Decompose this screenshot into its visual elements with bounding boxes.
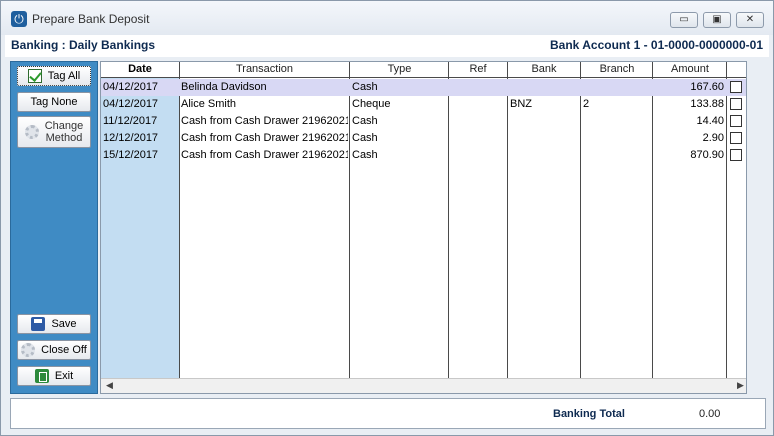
table-row[interactable]: 04/12/2017 Alice Smith Cheque BNZ 2 133.… xyxy=(101,96,746,113)
cell-amount: 133.88 xyxy=(690,98,724,110)
cell-date: 04/12/2017 xyxy=(103,98,159,110)
cell-type: Cash xyxy=(352,149,378,161)
change-method-button[interactable]: Change Method xyxy=(17,116,91,148)
table-row[interactable]: 15/12/2017 Cash from Cash Drawer 2196202… xyxy=(101,147,746,164)
cell-branch: 2 xyxy=(583,98,590,110)
cell-transaction: Cash from Cash Drawer 21962021 xyxy=(181,149,348,161)
prepare-bank-deposit-window: ⏻ Prepare Bank Deposit ▭ ▣ ✕ Banking : D… xyxy=(0,0,774,436)
bank-account-label: Bank Account 1 - 01-0000-0000000-01 xyxy=(550,38,763,52)
minimize-button[interactable]: ▭ xyxy=(670,12,698,28)
close-off-label: Close Off xyxy=(41,344,87,356)
change-method-label: Change Method xyxy=(45,120,84,144)
change-method-line2: Method xyxy=(45,132,83,144)
title-bar: ⏻ Prepare Bank Deposit ▭ ▣ ✕ xyxy=(1,1,773,35)
cell-type: Cheque xyxy=(352,98,391,110)
exit-door-icon xyxy=(34,369,49,383)
floppy-disk-icon xyxy=(31,317,46,331)
tag-none-button[interactable]: Tag None xyxy=(17,92,91,112)
cell-transaction: Cash from Cash Drawer 21962021 xyxy=(181,132,348,144)
table-row[interactable]: 04/12/2017 Belinda Davidson Cash 167.60 xyxy=(101,79,746,96)
cell-branch xyxy=(583,115,650,129)
action-panel: Tag All Tag None Change Method Save Clos… xyxy=(10,61,98,394)
column-header-branch[interactable]: Branch xyxy=(581,63,653,77)
tag-checkbox[interactable] xyxy=(730,98,742,110)
window-title: Prepare Bank Deposit xyxy=(32,12,150,26)
cell-date: 12/12/2017 xyxy=(103,132,159,144)
cell-bank: BNZ xyxy=(510,98,532,110)
cell-date: 11/12/2017 xyxy=(103,115,158,127)
cell-bank xyxy=(510,81,578,95)
cell-amount: 2.90 xyxy=(702,132,724,144)
cell-branch xyxy=(583,132,650,146)
tag-checkbox[interactable] xyxy=(730,115,742,127)
totals-bar: Banking Total 0.00 xyxy=(10,398,766,429)
horizontal-scrollbar[interactable]: ◀ ▶ xyxy=(101,378,746,393)
tag-checkbox[interactable] xyxy=(730,132,742,144)
cell-branch xyxy=(583,81,650,95)
close-button[interactable]: ✕ xyxy=(736,12,764,28)
banking-header: Banking : Daily Bankings Bank Account 1 … xyxy=(5,35,769,57)
checkmark-icon xyxy=(27,69,42,83)
exit-button[interactable]: Exit xyxy=(17,366,91,386)
gear-icon xyxy=(24,125,39,139)
save-label: Save xyxy=(51,318,77,330)
power-icon: ⏻ xyxy=(11,11,27,27)
deposit-grid: Date Transaction Type Ref Bank Branch Am… xyxy=(100,61,747,394)
cell-type: Cash xyxy=(352,81,378,93)
column-header-transaction[interactable]: Transaction xyxy=(179,63,350,77)
column-header-date[interactable]: Date xyxy=(101,63,179,77)
column-header-amount[interactable]: Amount xyxy=(653,63,727,77)
scroll-right-icon[interactable]: ▶ xyxy=(737,381,744,391)
scroll-left-icon[interactable]: ◀ xyxy=(106,381,113,391)
close-off-button[interactable]: Close Off xyxy=(17,340,91,360)
cell-amount: 14.40 xyxy=(696,115,724,127)
tag-all-label: Tag All xyxy=(47,70,81,82)
tag-checkbox[interactable] xyxy=(730,149,742,161)
cell-transaction: Belinda Davidson xyxy=(181,81,267,93)
cell-type: Cash xyxy=(352,132,378,144)
cell-date: 04/12/2017 xyxy=(103,81,177,95)
table-row[interactable]: 12/12/2017 Cash from Cash Drawer 2196202… xyxy=(101,130,746,147)
cell-bank xyxy=(510,115,578,129)
exit-label: Exit xyxy=(54,370,74,382)
change-method-line1: Change xyxy=(44,120,84,132)
restore-button[interactable]: ▣ xyxy=(703,12,731,28)
tag-all-button[interactable]: Tag All xyxy=(17,66,91,86)
table-row[interactable]: 11/12/2017 Cash from Cash Drawer 2196202… xyxy=(101,113,746,130)
page-title: Banking : Daily Bankings xyxy=(11,38,156,52)
column-header-type[interactable]: Type xyxy=(350,63,449,77)
cell-bank xyxy=(510,149,578,163)
banking-total-label: Banking Total xyxy=(553,408,625,420)
cell-transaction: Alice Smith xyxy=(181,98,237,110)
banking-total-value: 0.00 xyxy=(699,408,721,420)
cell-branch xyxy=(583,149,650,163)
column-header-bank[interactable]: Bank xyxy=(507,63,581,77)
cell-amount: 167.60 xyxy=(690,81,724,93)
save-button[interactable]: Save xyxy=(17,314,91,334)
cell-type: Cash xyxy=(352,115,378,127)
cell-bank xyxy=(510,132,578,146)
column-header-ref[interactable]: Ref xyxy=(449,63,507,77)
cell-amount: 870.90 xyxy=(690,149,724,161)
tag-checkbox[interactable] xyxy=(730,81,742,93)
cell-transaction: Cash from Cash Drawer 21962021 xyxy=(181,115,348,127)
tag-none-label: Tag None xyxy=(30,96,78,108)
grid-header: Date Transaction Type Ref Bank Branch Am… xyxy=(101,62,746,78)
cell-date: 15/12/2017 xyxy=(103,149,159,161)
gear-icon xyxy=(21,343,36,357)
